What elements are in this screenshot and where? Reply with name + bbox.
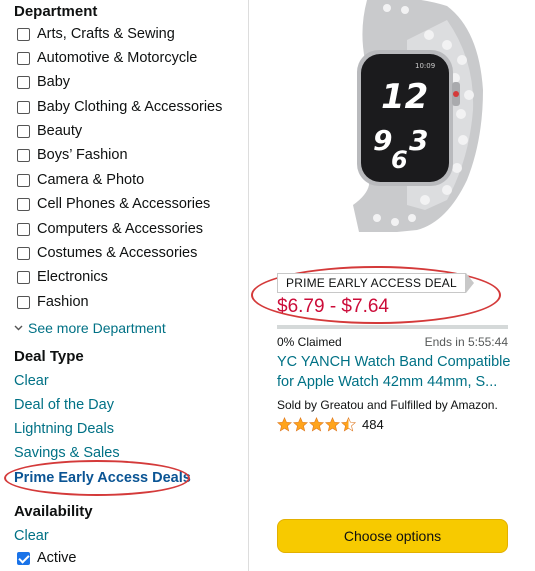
star-half-icon	[341, 417, 356, 432]
choose-options-button[interactable]: Choose options	[277, 519, 508, 553]
deal-badge: PRIME EARLY ACCESS DEAL	[277, 273, 474, 293]
filter-label: Cell Phones & Accessories	[37, 196, 211, 212]
filter-label: Automotive & Motorcycle	[37, 50, 198, 66]
product-title-line: for Apple Watch 42mm 44mm, S...	[277, 374, 498, 390]
product-title-link[interactable]: YC YANCH Watch Band Compatible for Apple…	[277, 352, 512, 392]
availability-heading: Availability	[14, 503, 93, 520]
filter-label: Arts, Crafts & Sewing	[37, 26, 175, 42]
filter-department-baby-clothing[interactable]: Baby Clothing & Accessories	[17, 96, 222, 118]
filter-availability-active[interactable]: Active	[17, 547, 77, 569]
deal-type-deal-of-the-day-link[interactable]: Deal of the Day	[14, 397, 114, 413]
product-title-line: YC YANCH Watch Band Compatible	[277, 354, 511, 370]
see-more-department-link[interactable]: See more Department	[14, 320, 166, 336]
availability-clear-link[interactable]: Clear	[14, 528, 49, 544]
checkbox[interactable]	[17, 295, 30, 309]
rating-stars[interactable]: 484	[277, 417, 384, 432]
deal-type-clear-link[interactable]: Clear	[14, 373, 49, 389]
deal-countdown: Ends in 5:55:44	[424, 335, 508, 349]
filter-label: Camera & Photo	[37, 172, 145, 188]
svg-text:10:09: 10:09	[415, 62, 435, 70]
filter-label: Costumes & Accessories	[37, 245, 198, 261]
filter-department-fashion[interactable]: Fashion	[17, 291, 89, 313]
deal-type-heading: Deal Type	[14, 348, 84, 365]
checkbox[interactable]	[17, 27, 30, 41]
filter-department-electronics[interactable]: Electronics	[17, 266, 108, 288]
deal-type-lightning-deals-link[interactable]: Lightning Deals	[14, 421, 114, 437]
filter-department-arts[interactable]: Arts, Crafts & Sewing	[17, 23, 175, 45]
checkbox[interactable]	[17, 51, 30, 65]
filter-label: Beauty	[37, 123, 83, 139]
seller-info: Sold by Greatou and Fulfilled by Amazon.	[277, 398, 498, 412]
filter-department-costumes[interactable]: Costumes & Accessories	[17, 242, 197, 264]
filter-department-boys-fashion[interactable]: Boys’ Fashion	[17, 144, 128, 166]
filter-label: Computers & Accessories	[37, 221, 204, 237]
svg-text:9: 9	[373, 124, 392, 157]
rating-count[interactable]: 484	[362, 417, 384, 432]
claimed-percentage: 0% Claimed	[277, 335, 342, 349]
svg-text:3: 3	[409, 124, 428, 157]
star-full-icon	[293, 417, 308, 432]
filter-label: Baby Clothing & Accessories	[37, 99, 223, 115]
highlight-annotation-oval	[4, 460, 190, 496]
checkbox[interactable]	[17, 270, 30, 284]
filter-department-beauty[interactable]: Beauty	[17, 120, 82, 142]
filter-department-camera[interactable]: Camera & Photo	[17, 169, 144, 191]
chevron-down-icon	[14, 323, 23, 334]
star-full-icon	[277, 417, 292, 432]
checkbox-checked[interactable]	[17, 551, 30, 565]
filter-label: Fashion	[37, 294, 89, 310]
filter-department-baby[interactable]: Baby	[17, 71, 70, 93]
see-more-label: See more Department	[28, 320, 166, 336]
filter-department-cell-phones[interactable]: Cell Phones & Accessories	[17, 193, 210, 215]
watch-number-12: 12	[381, 77, 428, 117]
filter-label: Active	[37, 550, 77, 566]
apple-watch-band-image[interactable]: 12 9 3 6 10:09	[297, 0, 487, 232]
filter-label: Electronics	[37, 269, 108, 285]
checkbox[interactable]	[17, 197, 30, 211]
department-heading: Department	[14, 3, 98, 20]
deal-price: $6.79 - $7.64	[277, 296, 389, 317]
svg-text:6: 6	[391, 146, 408, 174]
checkbox[interactable]	[17, 246, 30, 260]
checkbox[interactable]	[17, 124, 30, 138]
deal-card[interactable]: 12 9 3 6 10:09 PRIME EARLY ACCESS DEAL $…	[250, 0, 535, 571]
deal-type-savings-sales-link[interactable]: Savings & Sales	[14, 445, 120, 461]
claimed-progress-bar	[277, 325, 508, 329]
filter-label: Boys’ Fashion	[37, 147, 128, 163]
checkbox[interactable]	[17, 222, 30, 236]
checkbox[interactable]	[17, 148, 30, 162]
checkbox[interactable]	[17, 75, 30, 89]
filter-department-automotive[interactable]: Automotive & Motorcycle	[17, 47, 197, 69]
filter-label: Baby	[37, 74, 71, 90]
checkbox[interactable]	[17, 100, 30, 114]
star-full-icon	[309, 417, 324, 432]
filter-department-computers[interactable]: Computers & Accessories	[17, 218, 203, 240]
star-full-icon	[325, 417, 340, 432]
checkbox[interactable]	[17, 173, 30, 187]
